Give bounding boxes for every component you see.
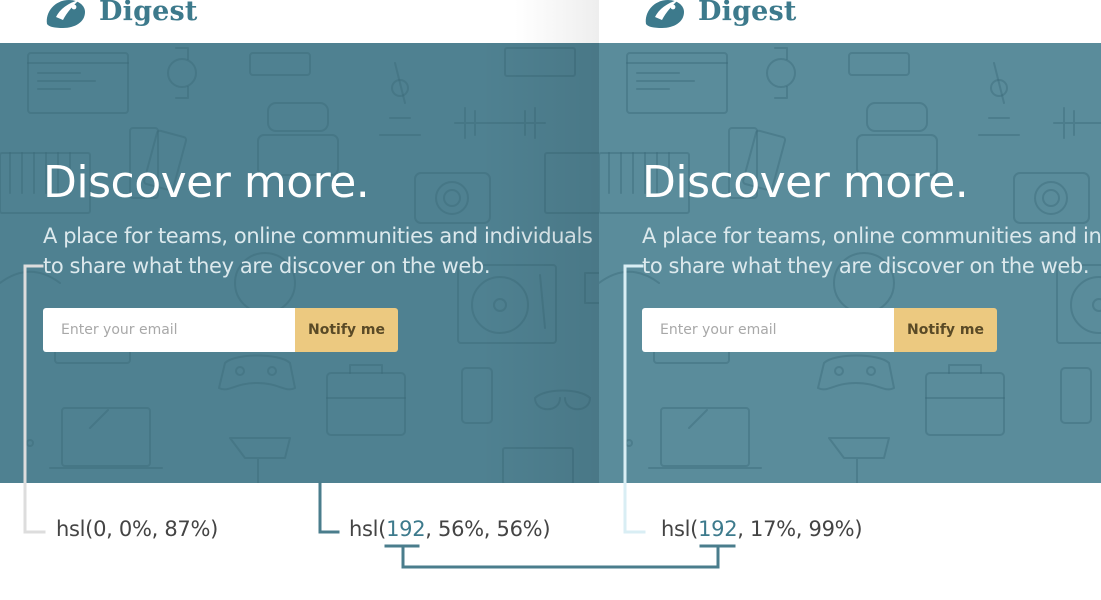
hsl-background-color-label: hsl(192, 56%, 56%) [349, 517, 551, 541]
annotation-lines [23, 264, 736, 569]
hsl-text-color-label: hsl(0, 0%, 87%) [56, 517, 219, 541]
callout-light-text-line [623, 264, 646, 534]
hsl-light-text-color-label: hsl(192, 17%, 99%) [661, 517, 863, 541]
hue-connector-line [384, 544, 736, 569]
hue-value: 192 [386, 517, 426, 541]
callout-background-line [318, 481, 340, 534]
callout-text-color-line [23, 264, 46, 534]
hue-value: 192 [698, 517, 738, 541]
